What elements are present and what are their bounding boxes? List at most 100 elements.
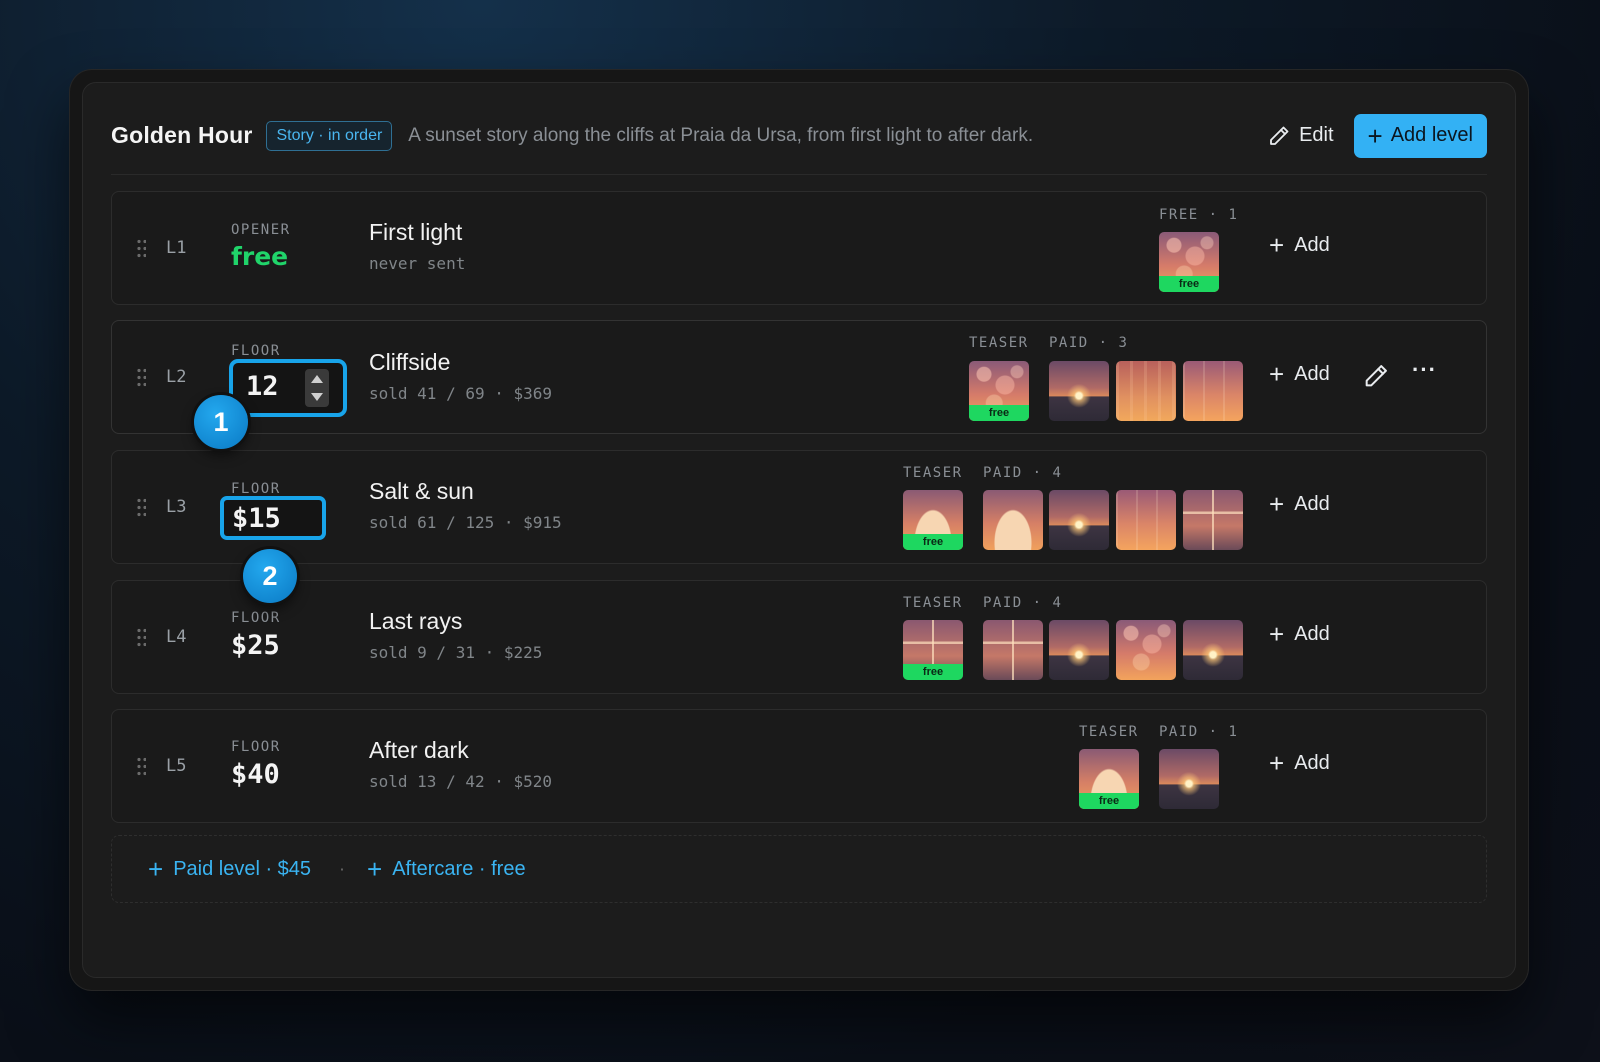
app-window: Golden Hour Story · in order A sunset st…	[70, 70, 1528, 990]
collection-header: Golden Hour Story · in order A sunset st…	[111, 111, 1487, 175]
plus-icon: +	[367, 854, 383, 884]
level-name: First light	[369, 219, 463, 245]
level-row-l4: L4 FLOOR $25 Last rays sold 9 / 31 · $22…	[111, 580, 1487, 694]
paid-thumbnail[interactable]	[1116, 490, 1176, 550]
edit-button[interactable]: Edit	[1267, 124, 1334, 148]
edit-level-button[interactable]	[1362, 362, 1390, 395]
callout-marker-1: 1	[194, 395, 248, 449]
level-price: free	[231, 242, 289, 271]
paid-thumbnail[interactable]	[983, 490, 1043, 550]
edit-button-label: Edit	[1299, 124, 1334, 146]
level-name: Cliffside	[369, 349, 451, 375]
collection-title: Golden Hour	[111, 122, 253, 148]
level-stats: sold 41 / 69 · $369	[369, 384, 553, 403]
paid-thumbnail[interactable]	[1116, 620, 1176, 680]
drag-handle-icon[interactable]	[136, 367, 146, 387]
level-id: L5	[166, 756, 187, 776]
drag-handle-icon[interactable]	[136, 238, 146, 258]
add-paid-level-label: Paid level · $45	[173, 857, 312, 880]
free-tag: free	[1159, 276, 1219, 292]
mode-badge[interactable]: Story · in order	[266, 120, 393, 151]
free-tag: free	[1079, 793, 1139, 809]
add-level-button[interactable]: + Add level	[1353, 113, 1487, 158]
pencil-icon	[1270, 126, 1289, 145]
add-media-label: Add	[1294, 751, 1330, 774]
floor-price-input[interactable]: $15	[220, 496, 326, 540]
add-paid-level-link[interactable]: + Paid level · $45	[148, 856, 311, 882]
drag-handle-icon[interactable]	[136, 756, 146, 776]
level-row-l1: L1 OPENER free First light never sent FR…	[111, 191, 1487, 305]
plus-icon: +	[1269, 489, 1285, 519]
more-horizontal-icon[interactable]: ···	[1412, 357, 1437, 383]
stepper-down-icon[interactable]	[311, 393, 323, 401]
free-tag: free	[903, 664, 963, 680]
paid-thumbnail[interactable]	[1183, 620, 1243, 680]
level-name: After dark	[369, 737, 469, 763]
level-kind-label: FLOOR	[231, 610, 281, 626]
level-price: $25	[231, 630, 280, 661]
add-media-label: Add	[1294, 492, 1330, 515]
plus-icon: +	[148, 854, 164, 884]
teaser-thumbnail[interactable]: free	[1079, 749, 1139, 809]
paid-group-label: PAID · 4	[983, 465, 1063, 481]
plus-icon: +	[1367, 120, 1383, 151]
add-media-button[interactable]: + Add	[1269, 621, 1330, 647]
drag-handle-icon[interactable]	[136, 627, 146, 647]
plus-icon: +	[1269, 748, 1285, 778]
level-id: L4	[166, 627, 187, 647]
add-aftercare-label: Aftercare · free	[392, 857, 526, 880]
free-tag: free	[969, 405, 1029, 421]
stepper-up-icon[interactable]	[311, 375, 323, 383]
add-level-label: Add level	[1390, 124, 1473, 146]
teaser-group-label: TEASER	[903, 465, 963, 481]
teaser-thumbnail[interactable]: free	[903, 620, 963, 680]
add-aftercare-link[interactable]: + Aftercare · free	[367, 856, 526, 882]
paid-thumbnail[interactable]	[1049, 490, 1109, 550]
level-stats: sold 9 / 31 · $225	[369, 643, 543, 662]
add-media-button[interactable]: + Add	[1269, 491, 1330, 517]
level-name: Last rays	[369, 608, 463, 634]
collection-description: A sunset story along the cliffs at Praia…	[408, 124, 1034, 146]
level-kind-label: FLOOR	[231, 739, 281, 755]
add-level-footer: + Paid level · $45 · + Aftercare · free	[111, 835, 1487, 903]
paid-thumbnail[interactable]	[1116, 361, 1176, 421]
add-media-button[interactable]: + Add	[1269, 232, 1330, 258]
level-id: L3	[166, 497, 187, 517]
teaser-group-label: TEASER	[969, 335, 1029, 351]
media-thumbnail[interactable]: free	[1159, 232, 1219, 292]
floor-price-value: $15	[232, 503, 281, 534]
plus-icon: +	[1269, 359, 1285, 389]
paid-thumbnail[interactable]	[1159, 749, 1219, 809]
footer-separator: ·	[339, 858, 345, 879]
add-media-label: Add	[1294, 233, 1330, 256]
teaser-group-label: TEASER	[1079, 724, 1139, 740]
stepper-arrows[interactable]	[305, 369, 329, 407]
plus-icon: +	[1269, 230, 1285, 260]
level-row-l3: L3 FLOOR $15 Salt & sun sold 61 / 125 · …	[111, 450, 1487, 564]
level-stats: sold 61 / 125 · $915	[369, 513, 562, 532]
pencil-icon	[1365, 365, 1387, 387]
collection-panel: Golden Hour Story · in order A sunset st…	[82, 82, 1516, 978]
paid-thumbnail[interactable]	[1049, 620, 1109, 680]
callout-marker-2: 2	[243, 549, 297, 603]
add-media-label: Add	[1294, 622, 1330, 645]
level-stats: never sent	[369, 254, 466, 273]
add-media-button[interactable]: + Add	[1269, 361, 1330, 387]
paid-thumbnail[interactable]	[1183, 361, 1243, 421]
paid-group-label: PAID · 3	[1049, 335, 1129, 351]
paid-thumbnail[interactable]	[1049, 361, 1109, 421]
level-row-l5: L5 FLOOR $40 After dark sold 13 / 42 · $…	[111, 709, 1487, 823]
floor-price-value: 12	[246, 371, 279, 402]
paid-group-label: PAID · 4	[983, 595, 1063, 611]
level-row-l2: L2 FLOOR 12 Cliffside sold 41 / 69 · $36…	[111, 320, 1487, 434]
level-name: Salt & sun	[369, 478, 474, 504]
level-kind-label: OPENER	[231, 222, 291, 238]
teaser-thumbnail[interactable]: free	[969, 361, 1029, 421]
paid-thumbnail[interactable]	[1183, 490, 1243, 550]
add-media-button[interactable]: + Add	[1269, 750, 1330, 776]
plus-icon: +	[1269, 619, 1285, 649]
drag-handle-icon[interactable]	[136, 497, 146, 517]
floor-price-stepper[interactable]: 12	[229, 359, 347, 417]
teaser-thumbnail[interactable]: free	[903, 490, 963, 550]
paid-thumbnail[interactable]	[983, 620, 1043, 680]
